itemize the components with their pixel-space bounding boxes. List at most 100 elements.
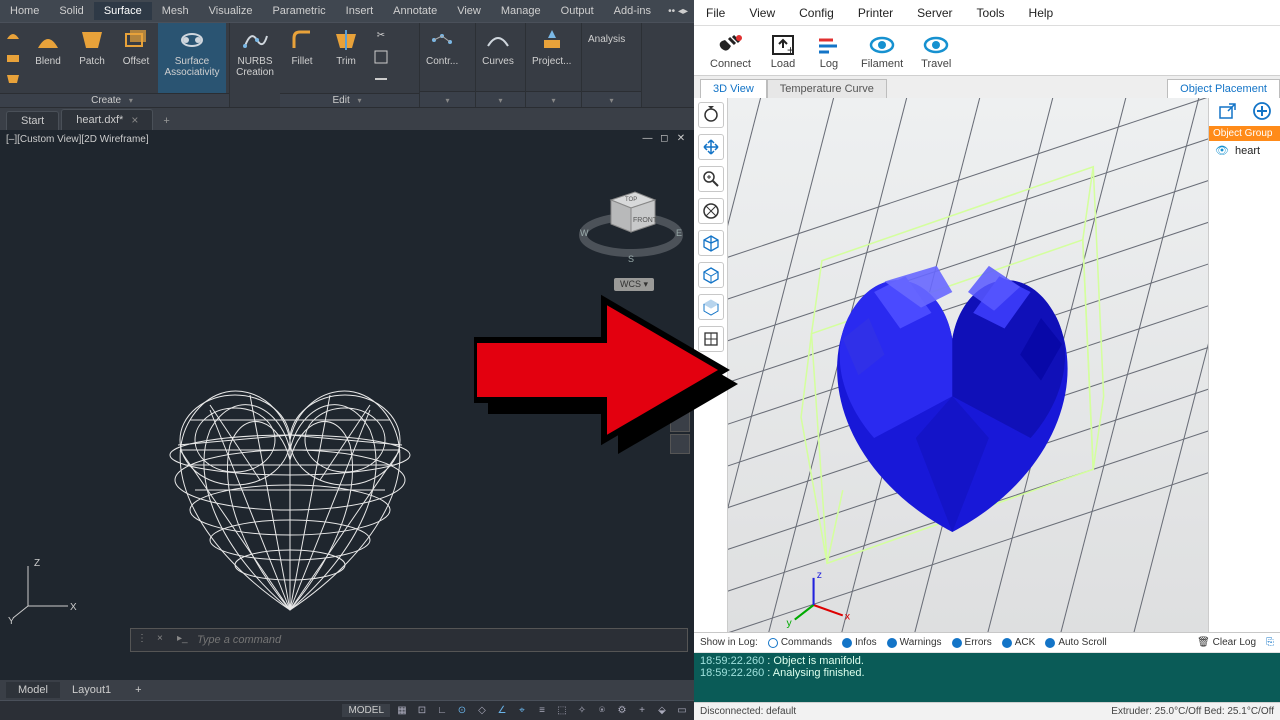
- create-small-2[interactable]: [2, 47, 24, 69]
- copy-log-icon[interactable]: ⎘: [1266, 637, 1274, 648]
- sl-menu-tools[interactable]: Tools: [965, 2, 1017, 24]
- menu-surface[interactable]: Surface: [94, 2, 152, 20]
- status-grid-icon[interactable]: ▦: [394, 703, 410, 719]
- project-button[interactable]: Project...: [526, 23, 577, 91]
- clear-log-button[interactable]: 🗑 Clear Log: [1197, 637, 1256, 648]
- nurbs-button[interactable]: NURBS Creation: [230, 23, 280, 91]
- visibility-icon[interactable]: 👁: [1215, 144, 1229, 157]
- status-model-button[interactable]: MODEL: [342, 704, 390, 717]
- edit-small-1[interactable]: ✂: [370, 25, 392, 47]
- sb-iso-icon[interactable]: [698, 230, 724, 256]
- status-ws-icon[interactable]: ⚙: [614, 703, 630, 719]
- sb-move-icon[interactable]: [698, 134, 724, 160]
- status-snap-icon[interactable]: ⊡: [414, 703, 430, 719]
- menu-insert[interactable]: Insert: [336, 2, 384, 20]
- status-track-icon[interactable]: ∠: [494, 703, 510, 719]
- status-iso-icon[interactable]: ⬙: [654, 703, 670, 719]
- vp-close-icon[interactable]: ✕: [674, 133, 688, 145]
- sl-menu-server[interactable]: Server: [905, 2, 964, 24]
- tab-3dview[interactable]: 3D View: [700, 79, 767, 98]
- tab-heart[interactable]: heart.dxf*×: [61, 109, 153, 130]
- object-group-header[interactable]: Object Group: [1209, 126, 1280, 141]
- add-icon[interactable]: [1252, 101, 1272, 124]
- tab-object-placement[interactable]: Object Placement: [1167, 79, 1280, 98]
- command-input[interactable]: [197, 634, 681, 646]
- sb-top-icon[interactable]: [698, 294, 724, 320]
- status-ann-icon[interactable]: ⍟: [594, 703, 610, 719]
- close-tab-icon[interactable]: ×: [131, 113, 138, 127]
- status-tr-icon[interactable]: ⬚: [554, 703, 570, 719]
- filter-warnings[interactable]: Warnings: [887, 637, 942, 648]
- sb-reset-icon[interactable]: [698, 102, 724, 128]
- filament-button[interactable]: Filament: [853, 30, 911, 72]
- status-dyn-icon[interactable]: ⌖: [514, 703, 530, 719]
- sb-zoom-icon[interactable]: [698, 166, 724, 192]
- edit-small-2[interactable]: [370, 47, 392, 69]
- edit-small-3[interactable]: [370, 69, 392, 91]
- menu-mesh[interactable]: Mesh: [152, 2, 199, 20]
- surface-associativity-button[interactable]: Surface Associativity: [158, 23, 226, 93]
- status-more-icon[interactable]: +: [634, 703, 650, 719]
- tab-add-layout[interactable]: +: [123, 682, 153, 698]
- status-clean-icon[interactable]: ▭: [674, 703, 690, 719]
- export-icon[interactable]: [1217, 101, 1237, 124]
- control-button[interactable]: Contr...: [420, 23, 464, 91]
- log-button[interactable]: Log: [807, 30, 851, 72]
- tab-new[interactable]: +: [155, 112, 177, 130]
- sb-fit-icon[interactable]: [698, 198, 724, 224]
- menu-visualize[interactable]: Visualize: [199, 2, 263, 20]
- tab-temperature[interactable]: Temperature Curve: [767, 79, 887, 98]
- filter-commands[interactable]: Commands: [768, 637, 832, 648]
- menu-solid[interactable]: Solid: [49, 2, 93, 20]
- create-small-1[interactable]: [2, 25, 24, 47]
- object-item-heart[interactable]: 👁 heart: [1209, 141, 1280, 160]
- travel-button[interactable]: Travel: [913, 30, 959, 72]
- vp-maximize-icon[interactable]: ◻: [657, 133, 671, 145]
- analysis-button[interactable]: Analysis: [582, 23, 631, 91]
- nav-pan-icon[interactable]: [670, 350, 690, 370]
- menu-home[interactable]: Home: [0, 2, 49, 20]
- status-sc-icon[interactable]: ✧: [574, 703, 590, 719]
- patch-button[interactable]: Patch: [70, 23, 114, 93]
- menu-view[interactable]: View: [447, 2, 491, 20]
- menu-addins[interactable]: Add-ins: [604, 2, 661, 20]
- filter-errors[interactable]: Errors: [952, 637, 992, 648]
- cmd-handle-icon[interactable]: ⋮: [137, 633, 151, 647]
- create-small-3[interactable]: [2, 69, 24, 91]
- cmd-close-icon[interactable]: ×: [157, 633, 171, 647]
- nav-wheel[interactable]: [670, 372, 690, 432]
- slicer-3d-viewport[interactable]: x y z: [728, 98, 1208, 632]
- sl-menu-view[interactable]: View: [737, 2, 787, 24]
- status-lwt-icon[interactable]: ≡: [534, 703, 550, 719]
- sl-menu-printer[interactable]: Printer: [846, 2, 905, 24]
- sb-parallel-icon[interactable]: [698, 326, 724, 352]
- wcs-badge[interactable]: WCS ▾: [614, 278, 654, 291]
- tab-start[interactable]: Start: [6, 111, 59, 130]
- sl-menu-help[interactable]: Help: [1017, 2, 1066, 24]
- filter-autoscroll[interactable]: Auto Scroll: [1045, 637, 1106, 648]
- tab-layout1[interactable]: Layout1: [60, 682, 123, 698]
- filter-ack[interactable]: ACK: [1002, 637, 1036, 648]
- menu-manage[interactable]: Manage: [491, 2, 551, 20]
- command-line[interactable]: ⋮ × ▸_: [130, 628, 688, 652]
- nav-orbit-icon[interactable]: [670, 434, 690, 454]
- status-osnap-icon[interactable]: ◇: [474, 703, 490, 719]
- tab-model[interactable]: Model: [6, 682, 60, 698]
- filter-infos[interactable]: Infos: [842, 637, 877, 648]
- vp-minimize-icon[interactable]: —: [640, 133, 654, 145]
- blend-button[interactable]: Blend: [26, 23, 70, 93]
- connect-button[interactable]: Connect: [702, 30, 759, 72]
- menu-output[interactable]: Output: [551, 2, 604, 20]
- sl-menu-file[interactable]: File: [694, 2, 737, 24]
- fillet-button[interactable]: Fillet: [280, 23, 324, 93]
- status-ortho-icon[interactable]: ∟: [434, 703, 450, 719]
- offset-button[interactable]: Offset: [114, 23, 158, 93]
- status-polar-icon[interactable]: ⊙: [454, 703, 470, 719]
- view-cube[interactable]: TOP FRONT W E S: [576, 170, 686, 280]
- menu-parametric[interactable]: Parametric: [262, 2, 335, 20]
- log-output[interactable]: 18:59:22.260 : Object is manifold. 18:59…: [694, 653, 1280, 702]
- load-button[interactable]: +Load: [761, 30, 805, 72]
- sl-menu-config[interactable]: Config: [787, 2, 846, 24]
- cad-viewport[interactable]: [–][Custom View][2D Wireframe] — ◻ ✕ TOP…: [0, 130, 694, 680]
- menu-annotate[interactable]: Annotate: [383, 2, 447, 20]
